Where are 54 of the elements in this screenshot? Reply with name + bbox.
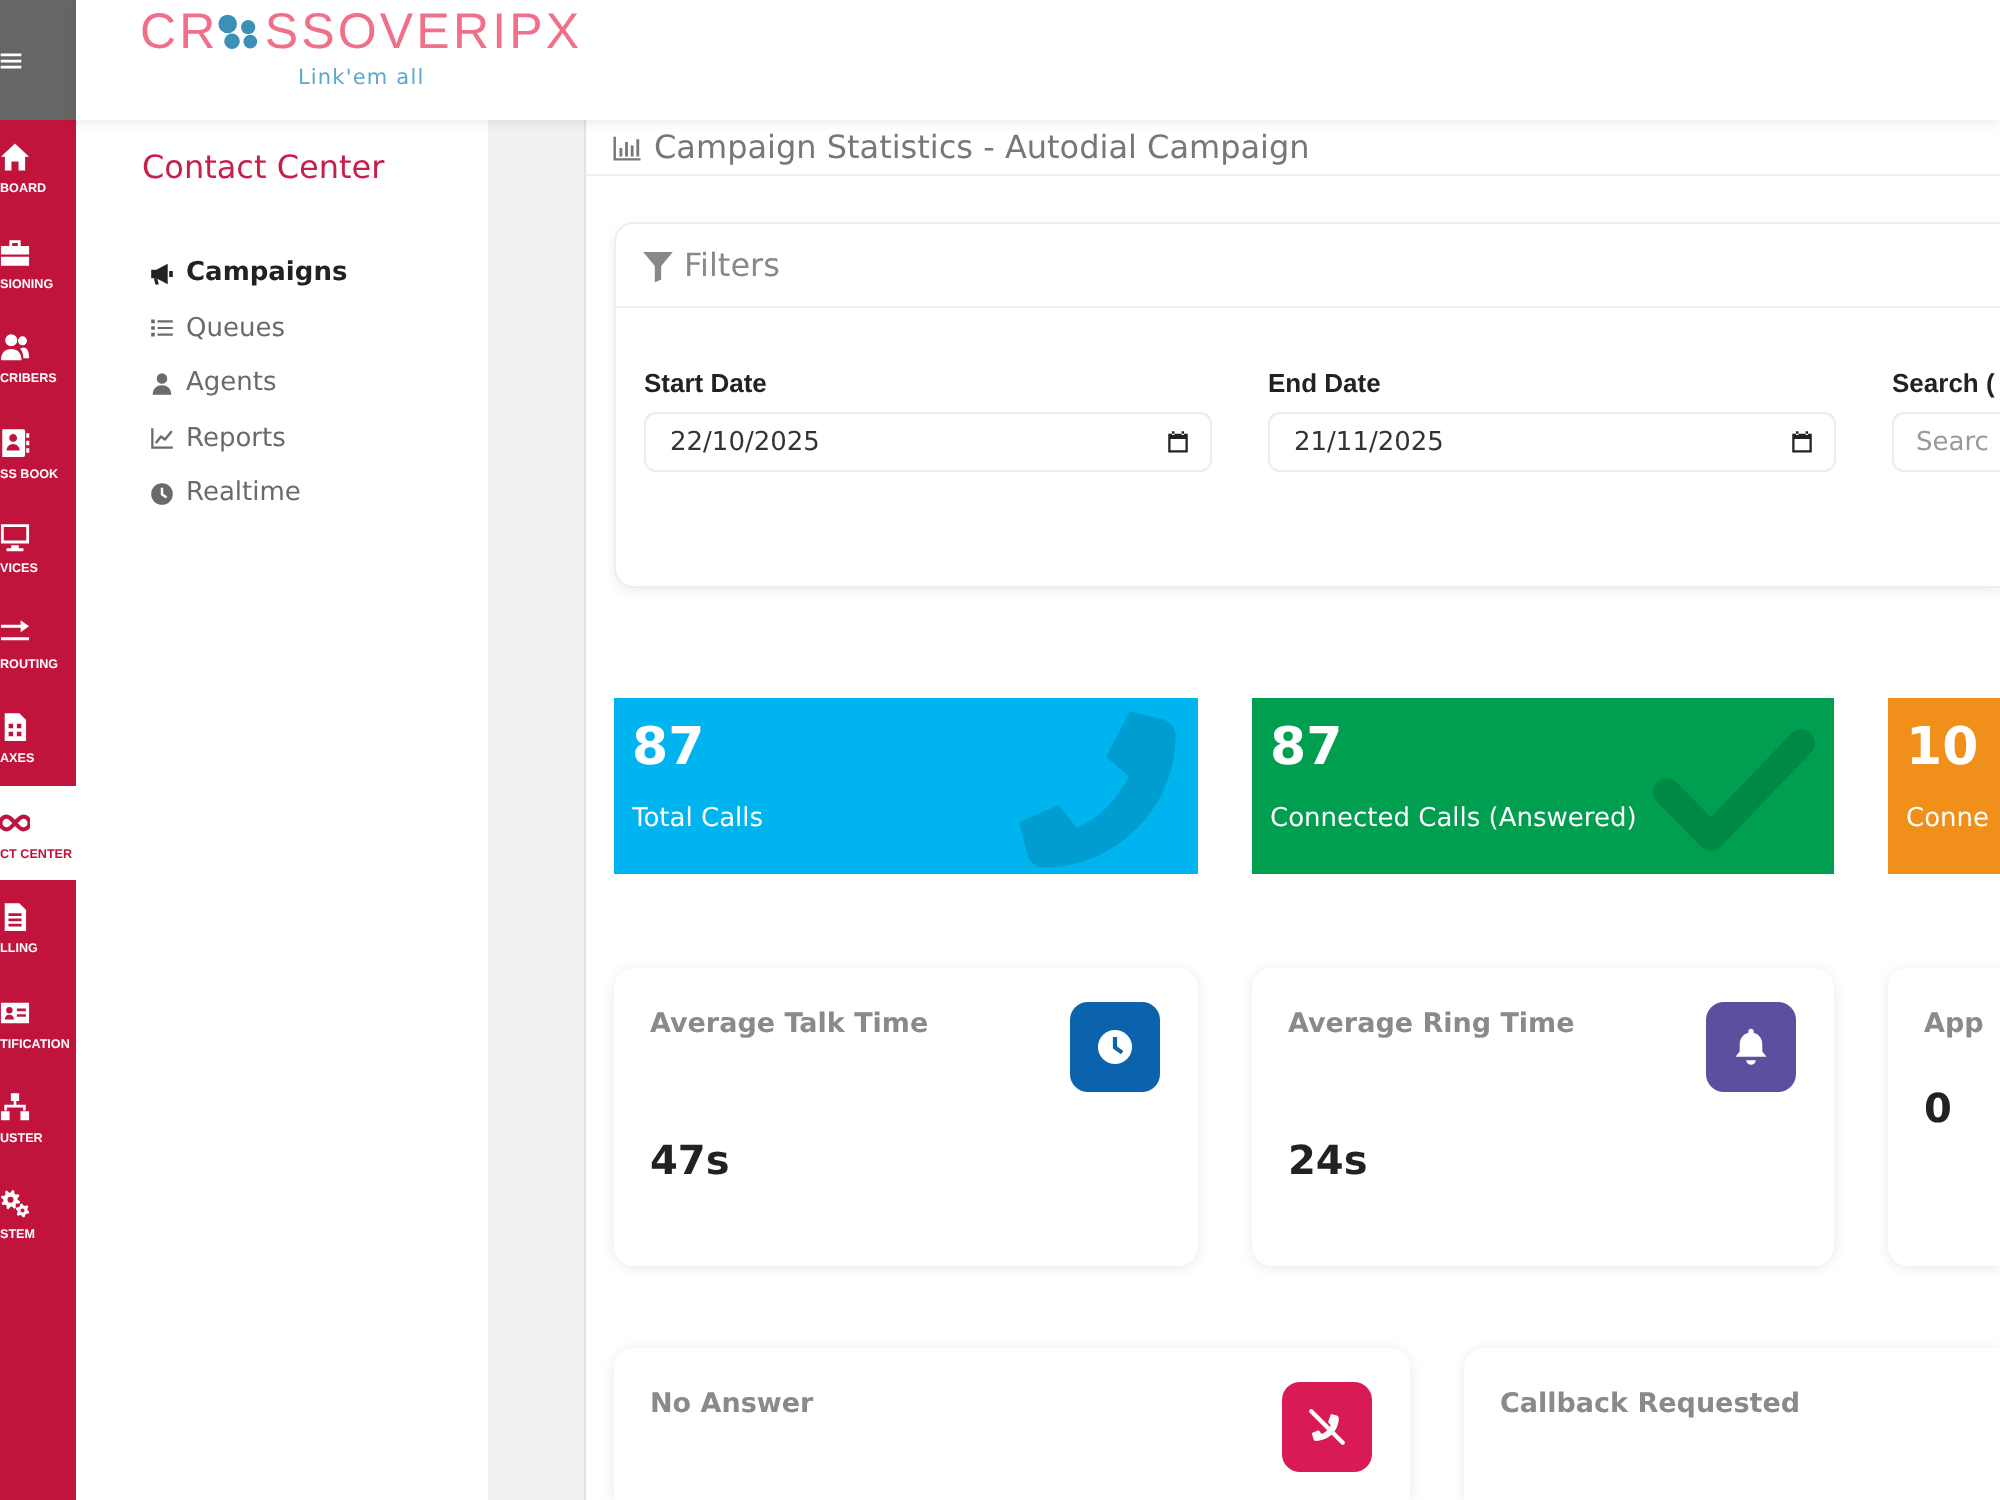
bar-chart-icon <box>612 133 642 161</box>
address-book-icon <box>0 427 30 457</box>
search-field[interactable]: Searc <box>1892 412 2000 472</box>
submenu-item[interactable]: Campaigns <box>150 246 348 301</box>
tile-label: Total Calls <box>632 804 766 836</box>
metric-value: 24s <box>1288 1136 1370 1184</box>
date-field[interactable]: 22/10/2025 <box>644 412 1212 472</box>
phone-icon <box>1018 710 1178 870</box>
field-label: End Date <box>1268 368 1383 398</box>
date-field[interactable]: 21/11/2025 <box>1268 412 1836 472</box>
tile-label: Conne <box>1906 804 1992 836</box>
tile-value: 87 <box>1270 716 1345 780</box>
briefcase-icon <box>0 237 30 267</box>
metric-title: Average Ring Time <box>1288 1008 1575 1040</box>
calendar-icon <box>1166 430 1190 454</box>
submenu-item[interactable]: Queues <box>150 301 285 356</box>
tile-label: Connected Calls (Answered) <box>1270 804 1639 836</box>
filters-title: Filters <box>684 246 780 284</box>
page-title: Campaign Statistics - Autodial Campaign <box>654 128 1310 166</box>
home-icon <box>0 142 30 172</box>
logo-tagline: Link'em all <box>297 66 425 90</box>
calendar-icon <box>1790 430 1814 454</box>
document-icon <box>0 902 30 932</box>
calculator-icon <box>0 712 30 742</box>
submenu-item[interactable]: Agents <box>150 356 277 411</box>
metric-title: Callback Requested <box>1500 1388 1801 1420</box>
submenu-item[interactable]: Reports <box>150 411 286 466</box>
sitemap-icon <box>0 1092 30 1122</box>
tile-value: 87 <box>632 716 707 780</box>
submenu-title: Contact Center <box>142 148 387 186</box>
list-icon <box>150 316 174 341</box>
submenu-item[interactable]: Realtime <box>150 466 301 521</box>
field-label: Start Date <box>644 368 769 398</box>
tile-value: 10 <box>1906 716 1981 780</box>
metric-value: 47s <box>650 1136 732 1184</box>
filter-icon <box>642 249 674 281</box>
clock-icon <box>150 481 174 506</box>
id-card-icon <box>0 997 30 1027</box>
menu-icon <box>0 49 22 71</box>
menu-button[interactable] <box>0 0 76 120</box>
users-icon <box>0 332 30 362</box>
line-chart-icon <box>150 426 174 451</box>
bullhorn-icon <box>150 261 174 286</box>
user-icon <box>150 371 174 396</box>
metric-title: No Answer <box>650 1388 814 1420</box>
logo-text: SSOVERIPX <box>264 4 583 60</box>
logo-text: CR <box>140 4 219 60</box>
metric-title: Average Talk Time <box>650 1008 929 1040</box>
metric-title: App <box>1924 1008 1984 1040</box>
logo-mark-icon <box>218 14 261 50</box>
field-label: Search ( <box>1892 368 1997 398</box>
monitor-icon <box>0 522 30 552</box>
metric-value: 0 <box>1924 1084 1954 1132</box>
gears-icon <box>0 1187 30 1217</box>
